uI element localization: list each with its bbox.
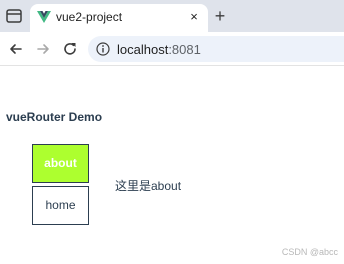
url-text: localhost:8081: [117, 42, 201, 57]
info-icon[interactable]: [96, 42, 110, 56]
vue-logo-icon: [37, 11, 51, 23]
browser-tab[interactable]: vue2-project ×: [30, 4, 208, 32]
router-view-content: 这里是about: [115, 179, 182, 193]
url-host: localhost: [117, 42, 169, 57]
back-arrow-icon[interactable]: [6, 39, 26, 59]
tab-search-icon[interactable]: [4, 6, 24, 26]
address-bar[interactable]: localhost:8081: [88, 36, 344, 62]
url-port: :8081: [168, 42, 201, 57]
browser-tabstrip: vue2-project × +: [0, 0, 344, 32]
reload-icon[interactable]: [60, 39, 80, 59]
new-tab-icon[interactable]: +: [210, 6, 230, 26]
close-icon[interactable]: ×: [186, 9, 202, 25]
router-link-about[interactable]: about: [32, 144, 89, 183]
forward-arrow-icon[interactable]: [33, 39, 53, 59]
browser-toolbar: localhost:8081: [0, 32, 344, 66]
page-title: vueRouter Demo: [6, 110, 103, 124]
tab-title: vue2-project: [56, 10, 123, 24]
router-link-home[interactable]: home: [32, 186, 89, 225]
watermark: CSDN @abcc: [281, 247, 338, 257]
